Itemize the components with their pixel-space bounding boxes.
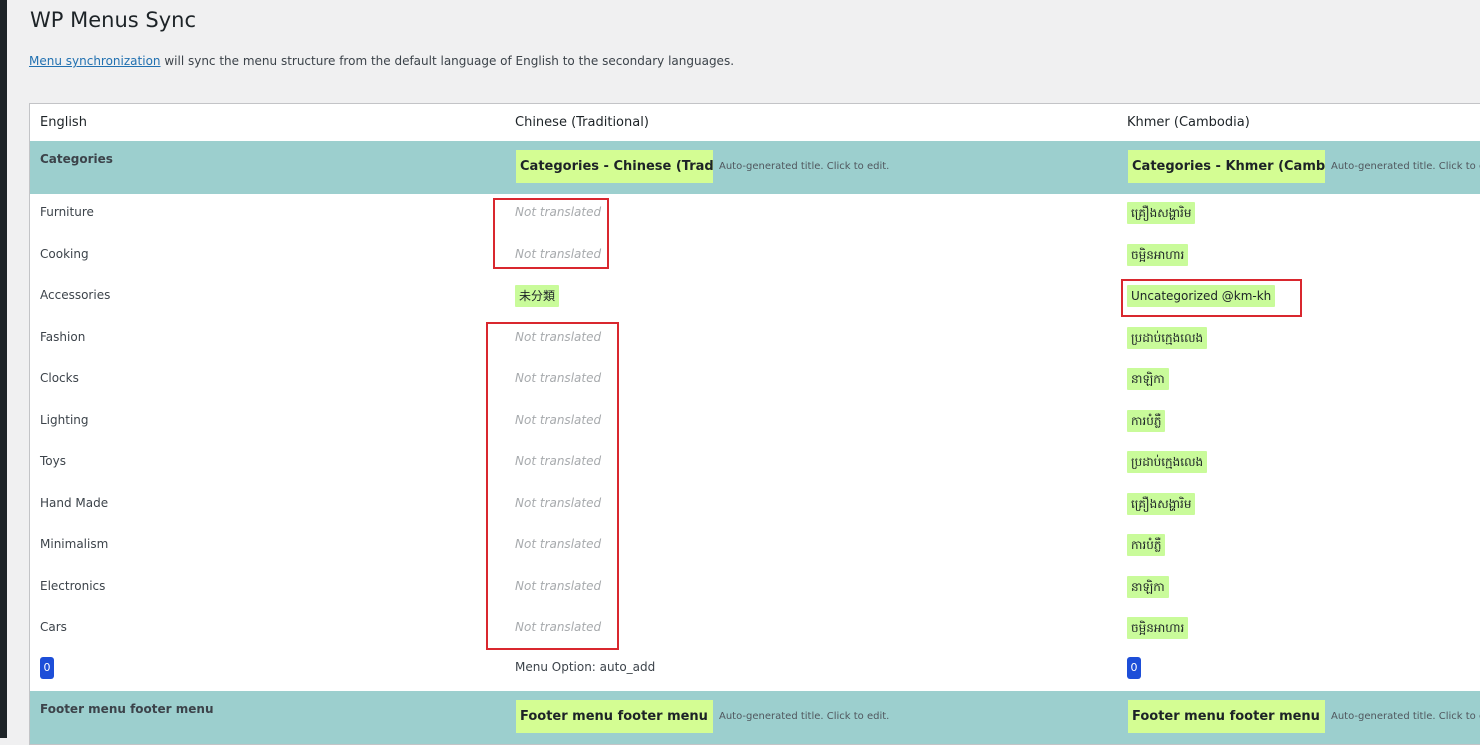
english-item: Cooking [40, 246, 89, 261]
km-translation-tag[interactable]: ប្រដាប់ក្មេងលេង [1127, 326, 1208, 349]
english-item: Toys [40, 454, 66, 468]
table-row: Cars Not translated ចម្អិនអាហារ [30, 608, 1480, 650]
zh-auto-note: Auto-generated title. Click to edit. [719, 711, 890, 722]
table-row: Furniture Not translated គ្រឿងសង្ហារិម [30, 193, 1480, 235]
header-khmer: Khmer (Cambodia) [1127, 115, 1250, 130]
admin-sidebar-edge [0, 0, 7, 738]
intro-text: Menu synchronization will sync the menu … [29, 54, 734, 68]
km-translation-tag[interactable]: ចម្អិនអាហារ [1127, 617, 1189, 639]
menu-group-row: Categories Categories - Chinese (Traditi… [30, 141, 1480, 194]
km-auto-note: Auto-generated title. Click to edit. [1331, 711, 1480, 722]
english-item: Furniture [40, 205, 94, 219]
zh-not-translated: Not translated [515, 620, 602, 634]
zh-not-translated: Not translated [515, 454, 602, 468]
zh-not-translated: Not translated [515, 246, 602, 261]
menu-group-label: Categories [40, 152, 113, 166]
zh-not-translated: Not translated [515, 371, 602, 385]
header-english: English [40, 115, 87, 130]
table-row: Lighting Not translated ការបំភ្លឺ [30, 401, 1480, 443]
english-item: Lighting [40, 412, 89, 427]
menu-group-footer-row: 0 Menu Option: auto_add 0 [30, 650, 1480, 692]
km-translation-tag[interactable]: ចម្អិនអាហារ [1127, 243, 1189, 266]
english-item: Minimalism [40, 537, 109, 551]
table-row: Fashion Not translated ប្រដាប់ក្មេងលេង [30, 318, 1480, 360]
menu-sync-link[interactable]: Menu synchronization [29, 54, 161, 68]
km-count-badge: 0 [1127, 656, 1141, 679]
zh-not-translated: Not translated [515, 329, 602, 344]
km-translation-tag[interactable]: ការបំភ្លឺ [1127, 409, 1166, 432]
zh-menu-title-edit[interactable]: Footer menu footer menu - Chinese (Tradi… [516, 700, 713, 733]
zh-not-translated: Not translated [515, 578, 602, 593]
menu-group-label: Footer menu footer menu [40, 702, 214, 716]
table-row: Toys Not translated ប្រដាប់ក្មេងលេង [30, 442, 1480, 484]
menu-group-row: Footer menu footer menu Footer menu foot… [30, 691, 1480, 744]
english-item: Cars [40, 620, 67, 634]
table-header-row: English Chinese (Traditional) Khmer (Cam… [30, 104, 1480, 141]
en-count-badge: 0 [40, 656, 54, 679]
english-item: Electronics [40, 578, 106, 593]
table-row: Minimalism Not translated ការបំភ្លឺ [30, 525, 1480, 567]
table-row: Electronics Not translated នាឡិកា [30, 567, 1480, 609]
english-item: Accessories [40, 288, 111, 302]
table-row: Hand Made Not translated គ្រឿងសង្ហារិម [30, 484, 1480, 526]
zh-auto-note: Auto-generated title. Click to edit. [719, 161, 890, 172]
km-translation-tag[interactable]: គ្រឿងសង្ហារិម [1127, 202, 1196, 224]
table-row: Accessories 未分類 Uncategorized @km-kh [30, 276, 1480, 318]
zh-not-translated: Not translated [515, 412, 602, 427]
km-translation-tag[interactable]: នាឡិកា [1127, 368, 1169, 390]
km-menu-title-edit[interactable]: Footer menu footer menu - Khmer (Cambodi… [1128, 700, 1325, 733]
table-row: Cooking Not translated ចម្អិនអាហារ [30, 235, 1480, 277]
zh-menu-title-edit[interactable]: Categories - Chinese (Traditional) [516, 150, 713, 183]
menu-option-label: Menu Option: auto_add [515, 659, 656, 674]
km-translation-tag[interactable]: នាឡិកា [1127, 575, 1169, 598]
km-translation-tag[interactable]: Uncategorized @km-kh [1127, 285, 1276, 307]
table-row: Clocks Not translated នាឡិកា [30, 359, 1480, 401]
km-translation-tag[interactable]: ការបំភ្លឺ [1127, 534, 1166, 556]
zh-translation-tag[interactable]: 未分類 [515, 285, 560, 307]
km-menu-title-edit[interactable]: Categories - Khmer (Cambodia) [1128, 150, 1325, 183]
intro-description: will sync the menu structure from the de… [160, 54, 735, 68]
english-item: Fashion [40, 329, 86, 344]
zh-not-translated: Not translated [515, 495, 602, 510]
english-item: Clocks [40, 371, 79, 385]
km-translation-tag[interactable]: ប្រដាប់ក្មេងលេង [1127, 451, 1208, 473]
header-chinese-traditional: Chinese (Traditional) [515, 115, 649, 130]
km-auto-note: Auto-generated title. Click to edit. [1331, 161, 1480, 172]
zh-not-translated: Not translated [515, 537, 602, 551]
zh-not-translated: Not translated [515, 205, 602, 219]
english-item: Hand Made [40, 495, 109, 510]
menus-sync-table: English Chinese (Traditional) Khmer (Cam… [29, 103, 1480, 745]
page-title: WP Menus Sync [30, 8, 196, 32]
km-translation-tag[interactable]: គ្រឿងសង្ហារិម [1127, 492, 1196, 515]
